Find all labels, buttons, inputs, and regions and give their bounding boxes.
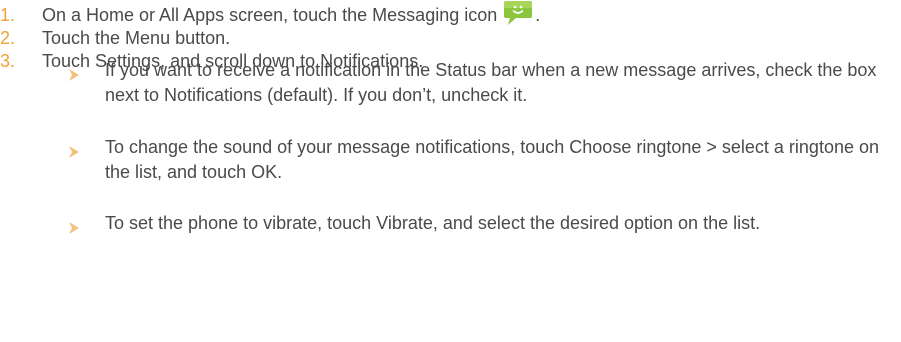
bullet-text: To set the phone to vibrate, touch Vibra… [105, 213, 761, 233]
arrow-bullet-icon [67, 217, 81, 234]
arrow-bullet-icon [67, 64, 81, 81]
step-number: 3. [0, 51, 16, 71]
messaging-icon [503, 0, 533, 25]
bullet-text: If you want to receive a notification in… [105, 60, 877, 105]
bullet-text: To change the sound of your message noti… [105, 137, 879, 182]
step-suffix: . [535, 5, 541, 25]
arrow-bullet-icon [67, 141, 81, 158]
